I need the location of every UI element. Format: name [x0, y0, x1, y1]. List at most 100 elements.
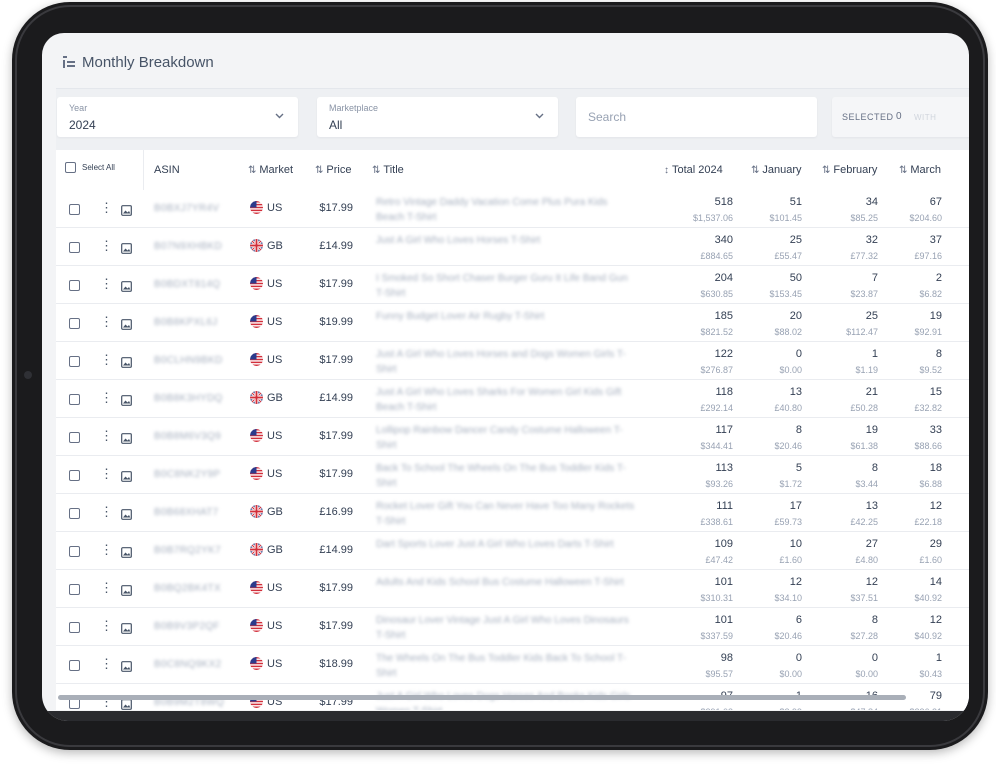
table-row[interactable]: ⋮ B0BDXT814Q US $17.99 I Smoked So Short…: [56, 266, 969, 304]
breakdown-icon: [62, 55, 76, 69]
table-row[interactable]: ⋮ B0B7RQ2YK7 GB £14.99 Dart Sports Lover…: [56, 532, 969, 570]
col-total[interactable]: ↕ Total 2024: [664, 164, 723, 176]
market-cell: US: [250, 467, 282, 480]
col-price[interactable]: ⇅ Price: [315, 164, 351, 176]
more-options-icon[interactable]: ⋮: [100, 619, 113, 633]
table-row[interactable]: ⋮ B0C8NK2Y9P US $17.99 Back To School Th…: [56, 456, 969, 494]
market-code: US: [267, 467, 283, 480]
market-code: GB: [267, 391, 283, 404]
image-icon[interactable]: [121, 659, 132, 677]
more-options-icon[interactable]: ⋮: [100, 429, 113, 443]
more-options-icon[interactable]: ⋮: [100, 467, 113, 481]
row-checkbox[interactable]: [69, 584, 80, 595]
select-all[interactable]: Select All: [65, 162, 115, 173]
marketplace-select[interactable]: Marketplace All: [317, 97, 558, 137]
table-row[interactable]: ⋮ B0C8NQ9KX2 US $18.99 The Wheels On The…: [56, 646, 969, 684]
col-asin[interactable]: ASIN: [154, 164, 180, 176]
flag-icon: [250, 201, 263, 214]
february-cell: 12 $37.51: [850, 576, 878, 603]
image-icon[interactable]: [121, 203, 132, 221]
table-row[interactable]: ⋮ B07N9XHBKD GB £14.99 Just A Girl Who L…: [56, 228, 969, 266]
february-cell: 32 £77.32: [850, 234, 878, 261]
image-icon[interactable]: [121, 621, 132, 639]
more-options-icon[interactable]: ⋮: [100, 657, 113, 671]
table-row[interactable]: ⋮ B0B8M6V3Q9 US $17.99 Lollipop Rainbow …: [56, 418, 969, 456]
asin-cell[interactable]: B0BQ2BK4TX: [154, 583, 221, 594]
image-icon[interactable]: [121, 279, 132, 297]
table-row[interactable]: ⋮ B0B9V3P2QF US $17.99 Dinosaur Lover Vi…: [56, 608, 969, 646]
asin-cell[interactable]: B0BXJ7YR4V: [154, 203, 219, 214]
row-checkbox[interactable]: [69, 204, 80, 215]
flag-icon: [250, 619, 263, 632]
asin-cell[interactable]: B0B8M6V3Q9: [154, 431, 221, 442]
market-code: US: [267, 619, 283, 632]
row-checkbox[interactable]: [69, 394, 80, 405]
row-checkbox[interactable]: [69, 546, 80, 557]
row-checkbox[interactable]: [69, 242, 80, 253]
total-cell: 122 $276.87: [700, 348, 733, 375]
table-row[interactable]: ⋮ B0B8K3HYDQ GB £14.99 Just A Girl Who L…: [56, 380, 969, 418]
col-title[interactable]: ⇅ Title: [372, 164, 404, 176]
col-march[interactable]: ⇅ March: [899, 164, 941, 176]
image-icon[interactable]: [121, 507, 132, 525]
january-cell: 17 £59.73: [774, 500, 802, 527]
image-icon[interactable]: [121, 431, 132, 449]
total-cell: 117 $344.41: [700, 424, 733, 451]
search-placeholder: Search: [588, 110, 627, 124]
col-january[interactable]: ⇅ January: [751, 164, 802, 176]
asin-cell[interactable]: B0B8KPXL6J: [154, 317, 218, 328]
image-icon[interactable]: [121, 393, 132, 411]
asin-cell[interactable]: B0B7RQ2YK7: [154, 545, 221, 556]
image-icon[interactable]: [121, 545, 132, 563]
col-february[interactable]: ⇅ February: [822, 164, 877, 176]
table-row[interactable]: ⋮ B0CLHN9BKD US $17.99 Just A Girl Who L…: [56, 342, 969, 380]
row-checkbox[interactable]: [69, 508, 80, 519]
more-options-icon[interactable]: ⋮: [100, 581, 113, 595]
more-options-icon[interactable]: ⋮: [100, 239, 113, 253]
select-all-checkbox[interactable]: [65, 162, 76, 173]
more-options-icon[interactable]: ⋮: [100, 543, 113, 557]
table-row[interactable]: ⋮ B0B68XHAT7 GB £16.99 Rocket Lover Gift…: [56, 494, 969, 532]
row-checkbox[interactable]: [69, 470, 80, 481]
horizontal-scrollbar[interactable]: [58, 695, 906, 700]
row-checkbox[interactable]: [69, 432, 80, 443]
more-options-icon[interactable]: ⋮: [100, 505, 113, 519]
table-header: Select All ASIN ⇅ Market ⇅ Price ⇅ Title ↕ T…: [56, 150, 969, 191]
image-icon[interactable]: [121, 583, 132, 601]
table-row[interactable]: ⋮ B0B8KPXL6J US $19.99 Funny Budget Love…: [56, 304, 969, 342]
flag-icon: [250, 277, 263, 290]
price-cell: $19.99: [319, 316, 353, 328]
image-icon[interactable]: [121, 317, 132, 335]
row-checkbox[interactable]: [69, 356, 80, 367]
more-options-icon[interactable]: ⋮: [100, 391, 113, 405]
asin-cell[interactable]: B0B8K3HYDQ: [154, 393, 223, 404]
table-row[interactable]: ⋮ B0BXJ7YR4V US $17.99 Retro Vintage Dad…: [56, 190, 969, 228]
row-checkbox[interactable]: [69, 280, 80, 291]
asin-cell[interactable]: B07N9XHBKD: [154, 241, 222, 252]
more-options-icon[interactable]: ⋮: [100, 353, 113, 367]
image-icon[interactable]: [121, 241, 132, 259]
asin-cell[interactable]: B0BDXT814Q: [154, 279, 220, 290]
january-cell: 0 $0.00: [779, 652, 802, 679]
title-cell: Dinosaur Lover Vintage Just A Girl Who L…: [376, 615, 629, 641]
image-icon[interactable]: [121, 355, 132, 373]
year-select[interactable]: Year 2024: [57, 97, 298, 137]
row-checkbox[interactable]: [69, 318, 80, 329]
marketplace-label: Marketplace: [329, 103, 379, 113]
more-options-icon[interactable]: ⋮: [100, 277, 113, 291]
asin-cell[interactable]: B0B9V3P2QF: [154, 621, 220, 632]
row-checkbox[interactable]: [69, 660, 80, 671]
february-cell: 13 £42.25: [850, 500, 878, 527]
table-row[interactable]: ⋮ B0BQ2BK4TX US $17.99 Adults And Kids S…: [56, 570, 969, 608]
search-input[interactable]: Search: [576, 97, 817, 137]
asin-cell[interactable]: B0C8NK2Y9P: [154, 469, 220, 480]
asin-cell[interactable]: B0B68XHAT7: [154, 507, 219, 518]
asin-cell[interactable]: B0CLHN9BKD: [154, 355, 223, 366]
asin-cell[interactable]: B0C8NQ9KX2: [154, 659, 221, 670]
more-options-icon[interactable]: ⋮: [100, 201, 113, 215]
row-checkbox[interactable]: [69, 622, 80, 633]
image-icon[interactable]: [121, 469, 132, 487]
more-options-icon[interactable]: ⋮: [100, 315, 113, 329]
col-market[interactable]: ⇅ Market: [248, 164, 293, 176]
total-cell: 113 $93.26: [705, 462, 733, 489]
